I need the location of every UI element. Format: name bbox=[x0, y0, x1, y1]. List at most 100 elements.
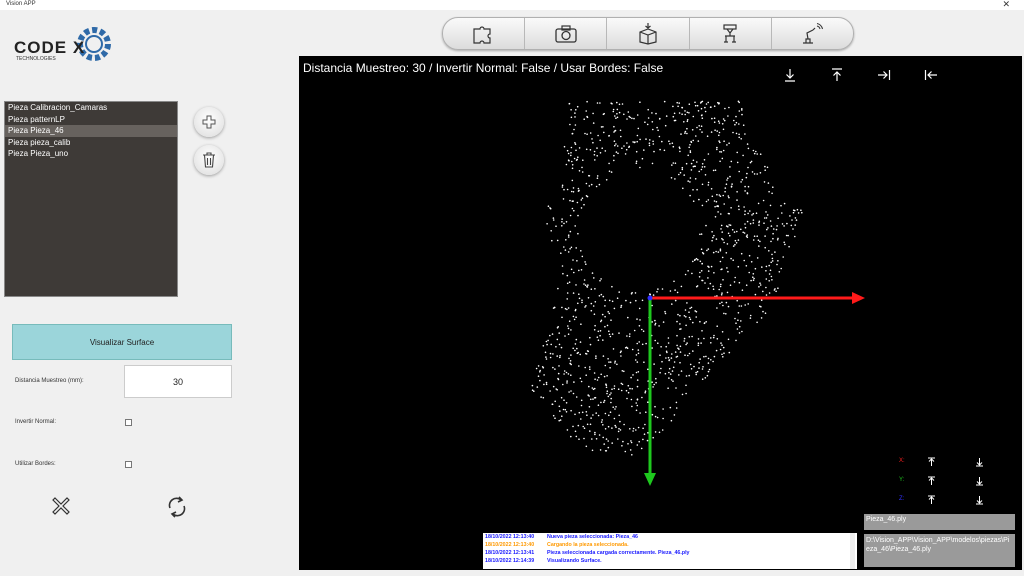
cloud-point bbox=[598, 183, 601, 186]
axis-up-icon[interactable] bbox=[927, 495, 936, 505]
cloud-point bbox=[566, 188, 569, 191]
cloud-point bbox=[710, 188, 713, 190]
piece-list-item[interactable]: Pieza pieza_calib bbox=[5, 137, 177, 149]
invert-normal-label: Invertir Normal: bbox=[15, 419, 57, 425]
cloud-point bbox=[699, 358, 701, 360]
cloud-point bbox=[616, 363, 618, 366]
cloud-point bbox=[705, 321, 707, 323]
cloud-point bbox=[704, 377, 707, 379]
delete-piece-button[interactable] bbox=[194, 145, 224, 175]
cloud-point bbox=[637, 426, 640, 429]
cloud-point bbox=[745, 176, 748, 179]
cloud-point bbox=[771, 257, 774, 260]
cloud-point bbox=[579, 377, 582, 380]
invert-normal-checkbox[interactable] bbox=[125, 419, 132, 426]
cloud-point bbox=[585, 182, 588, 185]
piece-list-item[interactable]: Pieza Pieza_uno bbox=[5, 148, 177, 160]
cloud-point bbox=[575, 109, 577, 111]
axis-down-icon[interactable] bbox=[975, 476, 984, 486]
point-cloud-viewer[interactable]: Distancia Muestreo: 30 / Invertir Normal… bbox=[299, 56, 1022, 570]
piece-list-item[interactable]: Pieza Calibracion_Camaras bbox=[5, 102, 177, 114]
cloud-point bbox=[570, 154, 572, 157]
piece-list[interactable]: Pieza Calibracion_Camaras Pieza patternLP… bbox=[4, 101, 178, 297]
piece-list-item[interactable]: Pieza Pieza_46 bbox=[5, 125, 177, 137]
cloud-point bbox=[649, 315, 652, 317]
cloud-point bbox=[584, 306, 586, 308]
cloud-point bbox=[651, 112, 653, 114]
cloud-point bbox=[565, 371, 568, 374]
cloud-point bbox=[639, 101, 641, 103]
cloud-point bbox=[616, 116, 619, 119]
cloud-point bbox=[578, 269, 580, 272]
cloud-point bbox=[588, 385, 590, 388]
cloud-point bbox=[701, 279, 704, 282]
cloud-point bbox=[636, 318, 638, 320]
cloud-point bbox=[776, 225, 778, 227]
toolbar-gripper-button[interactable] bbox=[690, 18, 772, 49]
cloud-point bbox=[583, 437, 585, 440]
use-borders-checkbox[interactable] bbox=[125, 461, 132, 468]
cloud-point bbox=[720, 224, 723, 227]
toolbar-camera-button[interactable] bbox=[525, 18, 608, 49]
toolbar-robot-button[interactable] bbox=[772, 18, 853, 49]
cloud-point bbox=[737, 239, 740, 241]
cloud-point bbox=[723, 312, 725, 315]
cloud-point bbox=[728, 196, 730, 199]
cloud-point bbox=[714, 169, 717, 171]
cloud-point bbox=[721, 331, 724, 333]
cloud-point bbox=[611, 442, 613, 444]
cloud-point bbox=[717, 205, 719, 208]
cloud-point bbox=[638, 440, 640, 443]
axis-up-icon[interactable] bbox=[927, 457, 936, 467]
cloud-point bbox=[735, 242, 738, 244]
axis-up-icon[interactable] bbox=[927, 476, 936, 486]
cloud-point bbox=[662, 321, 665, 323]
close-window-button[interactable]: ✕ bbox=[1002, 0, 1010, 10]
cloud-point bbox=[740, 320, 742, 322]
cloud-point bbox=[537, 365, 540, 367]
cloud-point bbox=[692, 200, 695, 202]
cloud-point bbox=[623, 145, 625, 147]
cloud-point bbox=[590, 398, 592, 401]
cloud-point bbox=[599, 330, 602, 332]
cloud-point bbox=[722, 346, 725, 349]
cloud-point bbox=[555, 225, 557, 227]
axis-down-icon[interactable] bbox=[975, 495, 984, 505]
cloud-point bbox=[670, 379, 673, 381]
cloud-point bbox=[566, 429, 569, 431]
cloud-point bbox=[729, 166, 731, 168]
cloud-point bbox=[660, 346, 662, 348]
axis-down-icon[interactable] bbox=[975, 457, 984, 467]
cloud-point bbox=[650, 410, 652, 413]
cloud-point bbox=[675, 407, 678, 409]
toolbar-pieces-button[interactable] bbox=[443, 18, 526, 49]
log-timestamp: 18/10/2022 12:13:40 bbox=[485, 542, 535, 548]
refresh-button[interactable] bbox=[166, 495, 188, 524]
cloud-point bbox=[602, 339, 604, 341]
cloud-point bbox=[676, 291, 679, 294]
close-cross-icon bbox=[52, 497, 70, 515]
distance-input[interactable]: 30 bbox=[124, 365, 232, 398]
cloud-point bbox=[674, 178, 676, 180]
add-piece-button[interactable] bbox=[194, 107, 224, 137]
cloud-point bbox=[594, 431, 596, 434]
cloud-point bbox=[679, 150, 681, 153]
cloud-point bbox=[651, 321, 653, 323]
clear-button[interactable] bbox=[51, 496, 71, 521]
cloud-point bbox=[700, 125, 703, 127]
piece-list-item[interactable]: Pieza patternLP bbox=[5, 114, 177, 126]
cloud-point bbox=[679, 361, 681, 364]
cloud-point bbox=[615, 426, 617, 428]
cloud-point bbox=[724, 190, 726, 193]
cloud-point bbox=[707, 199, 710, 201]
cloud-point bbox=[584, 132, 586, 135]
log-panel[interactable]: 18/10/2022 12:13:40 Nueva pieza seleccion… bbox=[483, 533, 857, 569]
toolbar-box-button[interactable] bbox=[607, 18, 690, 49]
cloud-point bbox=[601, 419, 603, 421]
visualize-surface-button[interactable]: Visualizar Surface bbox=[12, 324, 232, 360]
log-scrollbar[interactable] bbox=[850, 533, 855, 569]
cloud-point bbox=[575, 338, 578, 341]
cloud-point bbox=[728, 297, 730, 300]
cloud-point bbox=[671, 142, 674, 144]
cloud-point bbox=[752, 149, 755, 152]
